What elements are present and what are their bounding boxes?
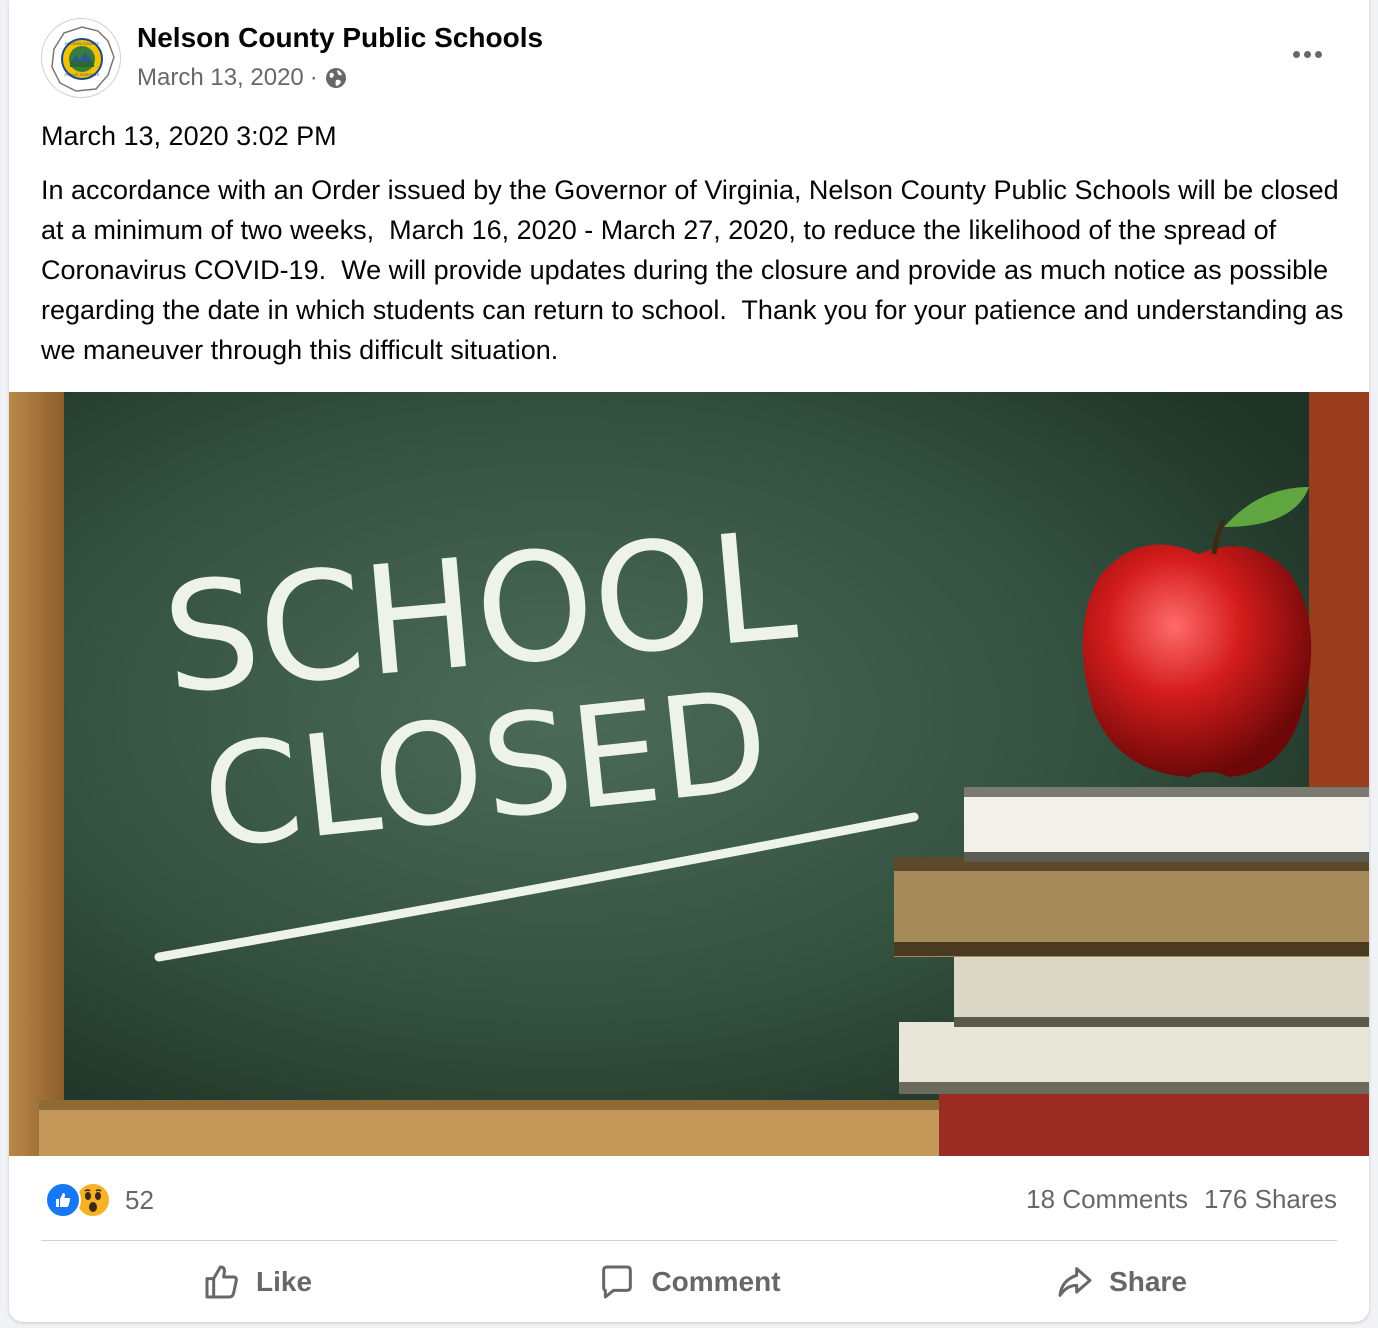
school-logo-icon: NELSON COUNTY PUBLIC SCHOOLS (51, 26, 115, 92)
post-date-link[interactable]: March 13, 2020 (137, 64, 304, 92)
thumbs-up-icon (205, 1265, 238, 1299)
comment-bubble-icon (602, 1265, 633, 1299)
comment-button[interactable]: Comment (473, 1246, 905, 1318)
like-button[interactable]: Like (41, 1246, 473, 1318)
logo-text-bottom: PUBLIC SCHOOLS (64, 72, 99, 77)
more-options-button[interactable] (1285, 36, 1329, 72)
engagement-counts: 18 Comments 176 Shares (1026, 1184, 1337, 1215)
like-label: Like (255, 1266, 313, 1297)
share-button[interactable]: Share (905, 1246, 1337, 1318)
avatar[interactable]: NELSON COUNTY PUBLIC SCHOOLS (41, 18, 121, 98)
books-stack (894, 787, 1369, 1156)
action-divider (41, 1240, 1337, 1241)
post-body: In accordance with an Order issued by th… (41, 175, 1351, 365)
share-label: Share (1109, 1266, 1187, 1297)
post-header: NELSON COUNTY PUBLIC SCHOOLS Nelson Coun… (9, 0, 1369, 110)
globe-icon[interactable] (324, 66, 348, 90)
shares-count-link[interactable]: 176 Shares (1204, 1184, 1337, 1215)
comment-label: Comment (651, 1266, 781, 1297)
post-actions: Like Comment Share (41, 1246, 1337, 1318)
page-name-link[interactable]: Nelson County Public Schools (137, 22, 543, 54)
comments-count-link[interactable]: 18 Comments (1026, 1184, 1188, 1215)
share-arrow-icon (1058, 1267, 1092, 1297)
post-image[interactable]: SCHOOL CLOSED (9, 392, 1369, 1156)
like-reaction-icon (45, 1182, 81, 1218)
post-timestamp-line: March 13, 2020 3:02 PM (41, 121, 337, 151)
more-options-icon (1292, 50, 1300, 58)
post-stats: 52 18 Comments 176 Shares (9, 1156, 1369, 1240)
reactions-summary[interactable]: 52 (45, 1182, 154, 1218)
post-text: March 13, 2020 3:02 PM In accordance wit… (41, 116, 1351, 370)
post-meta: March 13, 2020 · (137, 64, 348, 92)
post-card: NELSON COUNTY PUBLIC SCHOOLS Nelson Coun… (9, 0, 1369, 1322)
meta-separator: · (309, 64, 318, 91)
logo-text-top: NELSON COUNTY (65, 41, 100, 46)
school-closed-illustration: SCHOOL CLOSED (9, 392, 1369, 1156)
reaction-count[interactable]: 52 (125, 1185, 154, 1216)
